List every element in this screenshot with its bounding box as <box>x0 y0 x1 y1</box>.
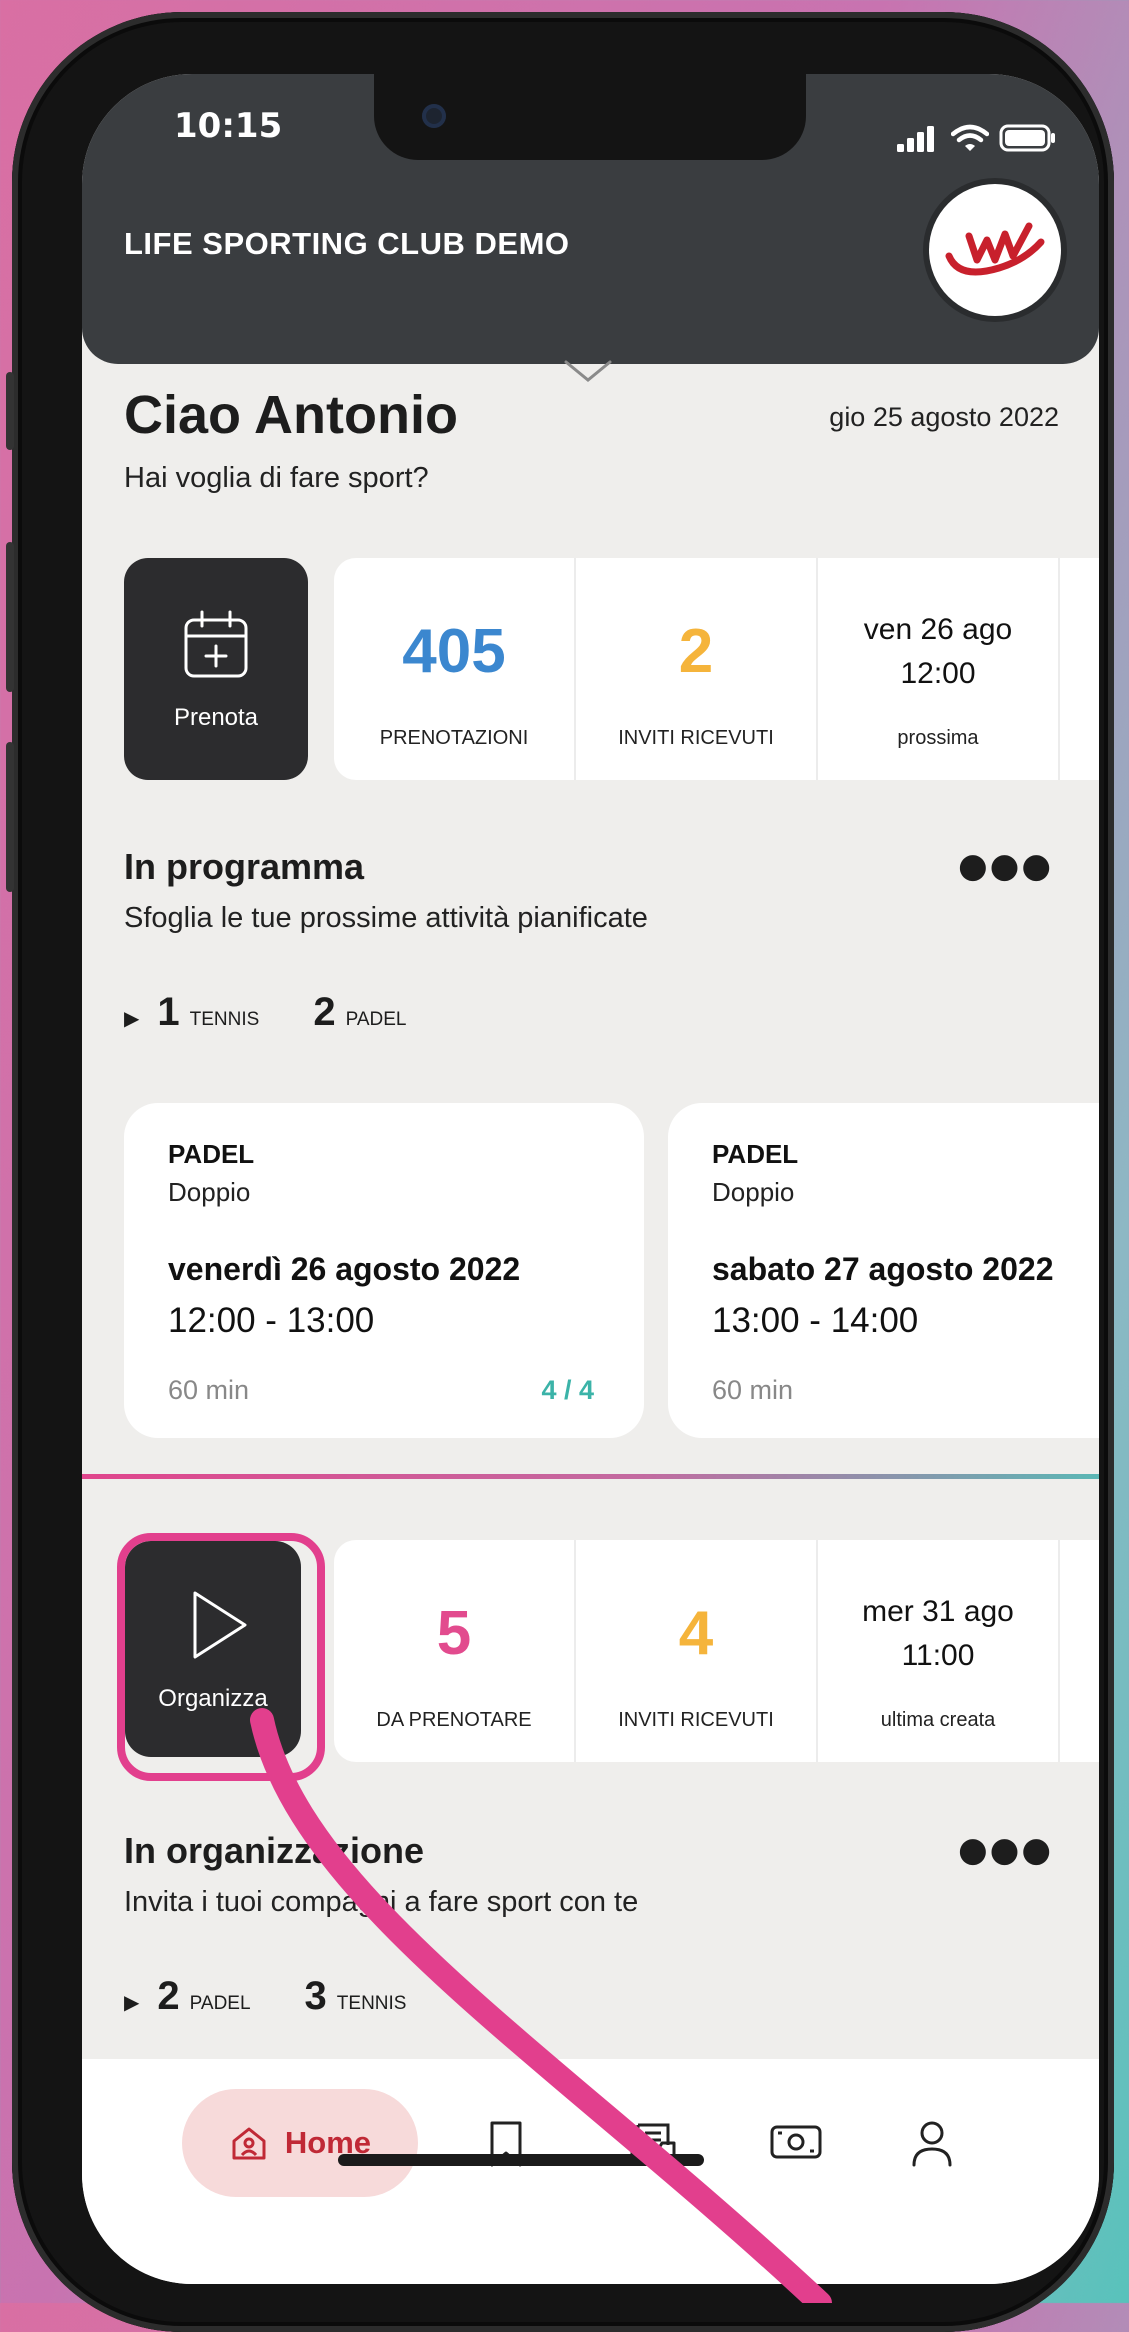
stat-caption: ultima creata <box>880 1709 996 1731</box>
volume-up-button <box>6 542 14 692</box>
last-created-date: mer 31 ago <box>862 1595 1014 1628</box>
organizing-subtitle: Invita i tuoi compagni a fare sport con … <box>124 1886 639 1918</box>
stat-bookings[interactable]: 405 PRENOTAZIONI <box>334 558 576 780</box>
last-created-datetime: mer 31 ago 11:00 <box>818 1590 1058 1678</box>
booking-stats: 405 PRENOTAZIONI 2 INVITI RICEVUTI ven 2… <box>334 558 1099 780</box>
card-duration: 60 min <box>712 1375 794 1405</box>
app-screen: 10:15 LIFE SPORTING CLUB DEMO Ciao Anton… <box>82 74 1099 2284</box>
stat-value: 4 <box>678 1599 714 1668</box>
count-label: PADEL <box>345 1009 407 1030</box>
count-number: 1 <box>157 990 180 1034</box>
next-booking-datetime: ven 26 ago 12:00 <box>818 608 1058 696</box>
card-type: Doppio <box>712 1177 795 1207</box>
stat-next-booking[interactable]: ven 26 ago 12:00 prossima <box>818 558 1060 780</box>
scheduled-title: In programma <box>124 846 365 887</box>
card-day: sabato 27 agosto 2022 <box>712 1251 1054 1287</box>
stat-value: 2 <box>678 617 714 686</box>
next-booking-time: 12:00 <box>900 657 976 690</box>
camera-icon <box>422 104 446 128</box>
organizing-title: In organizzazione <box>124 1830 425 1871</box>
wifi-icon <box>951 124 989 151</box>
expand-triangle-icon: ▶ <box>124 1992 140 2014</box>
home-icon <box>232 2127 266 2160</box>
card-players: 4 / 4 <box>541 1375 594 1405</box>
bottom-navigation: Home <box>82 2059 1099 2284</box>
card-type: Doppio <box>168 1177 251 1207</box>
mute-switch <box>6 372 14 450</box>
volume-down-button <box>6 742 14 892</box>
club-logo[interactable] <box>929 184 1061 316</box>
card-day: venerdì 26 agosto 2022 <box>168 1251 521 1287</box>
count-label: PADEL <box>189 1993 251 2014</box>
count-number: 2 <box>313 990 336 1034</box>
current-date: gio 25 agosto 2022 <box>829 402 1059 432</box>
stat-to-book[interactable]: 5 DA PRENOTARE <box>334 1540 576 1762</box>
greeting-subtitle: Hai voglia di fare sport? <box>124 462 429 494</box>
count-label: TENNIS <box>336 1993 407 2014</box>
activity-card[interactable]: PADEL Doppio sabato 27 agosto 2022 13:00… <box>668 1103 1099 1438</box>
expand-triangle-icon: ▶ <box>124 1008 140 1030</box>
activity-card[interactable]: PADEL Doppio venerdì 26 agosto 2022 12:0… <box>124 1103 644 1438</box>
scheduled-more-icon[interactable]: ●●● <box>958 846 1053 886</box>
greeting-title: Ciao Antonio <box>124 385 458 445</box>
organize-stats: 5 DA PRENOTARE 4 INVITI RICEVUTI mer 31 … <box>334 1540 1099 1762</box>
status-icons <box>897 124 1057 152</box>
battery-icon <box>999 124 1055 152</box>
section-divider <box>82 1474 1099 1479</box>
organizing-counts[interactable]: ▶ 2 PADEL 3 TENNIS <box>124 1974 450 2019</box>
profile-icon[interactable] <box>910 2119 954 2169</box>
club-name: LIFE SPORTING CLUB DEMO <box>124 226 570 261</box>
stat-caption: PRENOTAZIONI <box>379 727 529 749</box>
count-number: 2 <box>157 1974 180 2018</box>
card-sport: PADEL <box>168 1139 255 1169</box>
card-sport: PADEL <box>712 1139 799 1169</box>
book-button[interactable]: Prenota <box>124 558 308 780</box>
stat-value: 5 <box>436 1599 472 1668</box>
home-indicator <box>338 2154 704 2166</box>
organize-highlight <box>117 1533 325 1781</box>
scheduled-subtitle: Sfoglia le tue prossime attività pianifi… <box>124 902 648 934</box>
count-label: TENNIS <box>189 1009 260 1030</box>
stat-caption: DA PRENOTARE <box>376 1709 532 1731</box>
scheduled-counts[interactable]: ▶ 1 TENNIS 2 PADEL <box>124 990 450 1035</box>
chevron-down-icon[interactable] <box>562 356 614 386</box>
app-header: 10:15 LIFE SPORTING CLUB DEMO <box>82 74 1099 364</box>
stat-value: 405 <box>402 617 506 686</box>
book-button-label: Prenota <box>173 704 259 731</box>
next-booking-date: ven 26 ago <box>863 613 1013 646</box>
stat-caption: INVITI RICEVUTI <box>618 1709 774 1731</box>
phone-frame: 10:15 LIFE SPORTING CLUB DEMO Ciao Anton… <box>6 12 1114 2332</box>
stat-invites[interactable]: 2 INVITI RICEVUTI <box>576 558 818 780</box>
card-hours: 12:00 - 13:00 <box>168 1301 375 1340</box>
nav-home[interactable]: Home <box>182 2089 418 2197</box>
club-logo-mark <box>945 222 1045 276</box>
card-hours: 13:00 - 14:00 <box>712 1301 919 1340</box>
organizing-more-icon[interactable]: ●●● <box>958 1830 1053 1870</box>
stat-caption: INVITI RICEVUTI <box>618 727 774 749</box>
count-number: 3 <box>304 1974 327 2018</box>
card-duration: 60 min <box>168 1375 250 1405</box>
status-time: 10:15 <box>174 106 283 146</box>
stat-invites[interactable]: 4 INVITI RICEVUTI <box>576 1540 818 1762</box>
stat-caption: prossima <box>897 727 979 749</box>
calendar-add-icon <box>184 610 248 678</box>
stat-last-created[interactable]: mer 31 ago 11:00 ultima creata <box>818 1540 1060 1762</box>
last-created-time: 11:00 <box>901 1639 975 1672</box>
money-icon[interactable] <box>768 2119 824 2165</box>
signal-icon <box>897 126 934 152</box>
